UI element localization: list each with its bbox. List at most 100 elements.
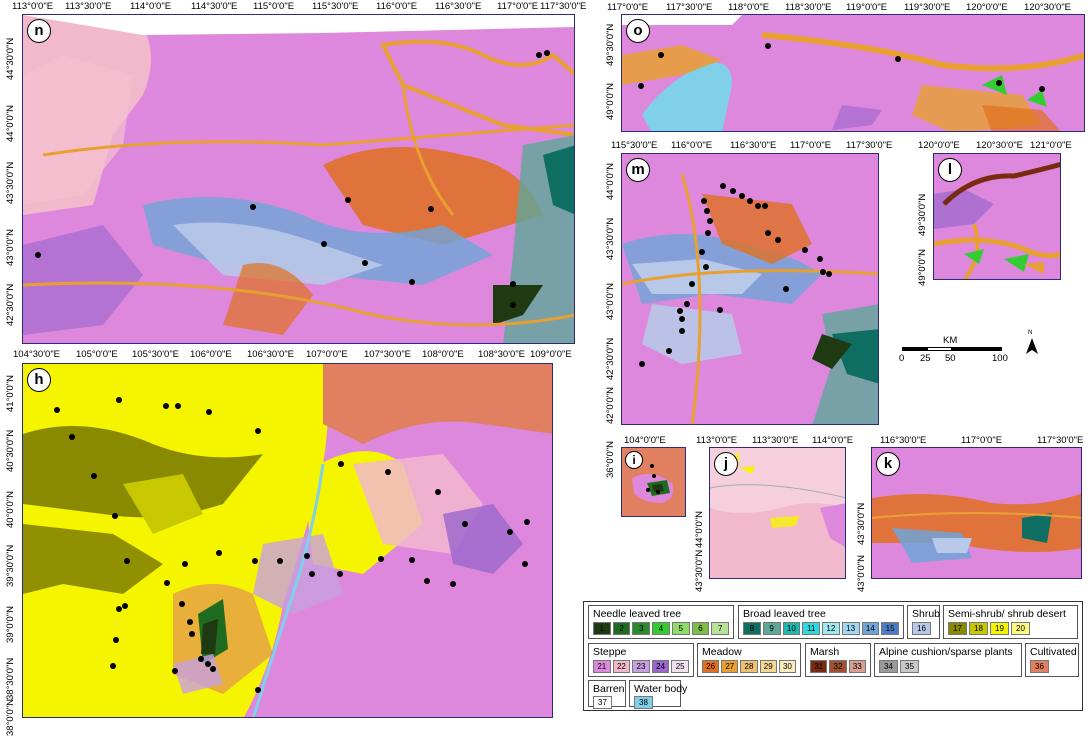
map-panel-m: m [621,153,879,425]
legend-swatch-6: 6 [691,622,710,635]
tick: 117°0'0"E [497,1,539,12]
tick: 39°0'0"N [5,606,16,643]
panel-label-m: m [626,158,650,182]
map-o-canvas [622,15,1084,131]
legend-swatch-22: 22 [612,660,631,673]
tick: 115°30'0"E [611,140,658,151]
tick: 118°0'0"E [728,2,770,13]
tick: 116°0'0"E [376,1,418,12]
map-panel-o: o [621,14,1085,132]
tick: 39°30'0"N [5,544,16,587]
legend-title: Semi-shrub/ shrub desert [948,608,1066,620]
tick: 44°0'0"N [605,163,616,200]
tick: 120°0'0"E [966,2,1008,13]
legend-swatch-20: 20 [1011,622,1030,635]
panel-label-i: i [625,451,643,469]
legend-swatch-23: 23 [632,660,650,673]
legend-swatch-17: 17 [948,622,967,635]
tick: 107°0'0"E [306,349,348,360]
tick: 44°0'0"N [694,511,705,548]
tick: 117°30'0"E [1037,435,1084,446]
panel-label-n: n [27,19,51,43]
legend-group-shrub: Shrub 16 [907,605,940,639]
tick: 108°30'0"E [478,349,526,360]
tick: 114°0'0"E [130,1,172,12]
scale-segment [927,347,952,351]
legend-title: Cultivated [1030,646,1077,658]
legend-swatch-29: 29 [759,660,777,673]
legend-swatch-11: 11 [802,622,820,635]
tick: 36°0'0"N [605,441,616,478]
legend-swatches: 36 [1030,660,1074,673]
legend-swatch-4: 4 [652,622,670,635]
tick: 118°30'0"E [785,2,832,13]
legend-swatch-28: 28 [740,660,758,673]
map-panel-l: l [933,153,1061,280]
legend-title: Meadow [702,646,742,658]
legend-group-barren: Barren 37 [588,680,626,709]
legend-swatch-37: 37 [593,696,612,709]
legend-swatches: 17 18 19 20 [948,622,1073,635]
tick: 40°30'0"N [5,429,16,472]
legend-title: Water body [634,683,688,695]
tick: 113°0'0"E [696,435,738,446]
legend-swatch-2: 2 [612,622,631,635]
tick: 43°0'0"N [5,229,16,266]
tick: 113°0'0"E [12,1,54,12]
panel-label-l: l [938,158,962,182]
tick: 120°30'0"E [1024,2,1072,13]
legend-title: Alpine cushion/sparse plants [879,646,1013,658]
legend-swatch-15: 15 [881,622,899,635]
legend-swatches: 37 [593,696,621,709]
legend-swatch-27: 27 [721,660,739,673]
legend-swatches: 26 27 28 29 30 [702,660,797,673]
tick: 114°30'0"E [191,1,238,12]
tick: 49°30'0"N [605,23,616,66]
tick: 43°30'0"N [605,217,616,260]
tick: 108°0'0"E [422,349,464,360]
legend-swatch-8: 8 [743,622,761,635]
map-panel-k: k [871,447,1082,579]
tick: 106°0'0"E [190,349,232,360]
panel-label-h: h [27,368,51,392]
tick: 113°30'0"E [65,1,112,12]
legend-swatch-30: 30 [778,660,797,673]
map-h-canvas [23,364,552,717]
scale-segment [952,347,1002,351]
legend-group-marsh: Marsh 31 32 33 [805,643,871,677]
legend-swatches: 38 [634,696,676,709]
tick: 42°30'0"N [5,283,16,326]
scale-unit: KM [943,335,958,346]
legend-swatch-34: 34 [879,660,898,673]
scale-segment [902,347,927,351]
scale-label: 50 [945,353,956,364]
tick: 120°0'0"E [918,140,960,151]
tick: 38°0'0"N [5,699,16,736]
legend-title: Barren [593,683,625,695]
tick: 41°0'0"N [5,375,16,412]
map-panel-n: n [22,14,575,344]
legend-swatches: 31 32 33 [810,660,866,673]
legend-swatch-16: 16 [912,622,931,635]
legend-swatch-12: 12 [822,622,840,635]
tick: 42°30'0"N [605,337,616,380]
scale-label: 0 [899,353,905,364]
tick: 120°30'0"E [976,140,1024,151]
tick: 116°30'0"E [880,435,927,446]
tick: 43°30'0"N [856,502,867,545]
tick: 117°0'0"E [961,435,1003,446]
legend-swatch-32: 32 [829,660,847,673]
panel-label-o: o [626,19,650,43]
legend-swatch-38: 38 [634,696,653,709]
legend-swatch-25: 25 [671,660,689,673]
tick: 38°30'0"N [5,657,16,700]
legend-title: Marsh [810,646,840,658]
legend-swatch-3: 3 [632,622,651,635]
scale-bar: KM 0 25 50 100 [898,335,1008,368]
tick: 116°0'0"E [671,140,713,151]
legend-swatch-26: 26 [702,660,720,673]
tick: 117°30'0"E [540,1,587,12]
legend-group-alpine: Alpine cushion/sparse plants 34 35 [874,643,1022,677]
legend-group-needle-leaved-tree: Needle leaved tree 1234567 [588,605,734,639]
tick: 117°0'0"E [790,140,832,151]
